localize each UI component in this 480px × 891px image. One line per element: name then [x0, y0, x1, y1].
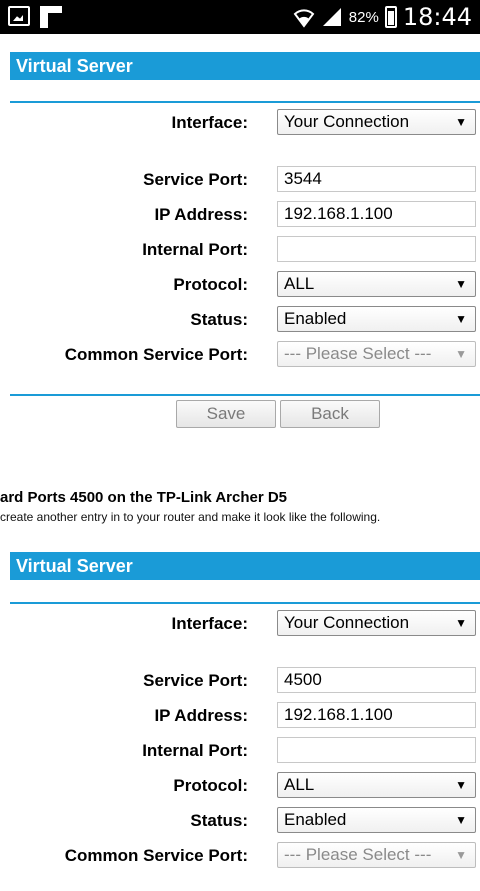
- protocol-row: Protocol: ALL ▼: [0, 772, 480, 800]
- ip-address-input[interactable]: 192.168.1.100: [277, 201, 476, 227]
- ip-address-row: IP Address: 192.168.1.100: [0, 201, 480, 229]
- status-row: Status: Enabled ▼: [0, 807, 480, 835]
- dropdown-arrow-icon: ▼: [455, 813, 467, 827]
- status-row: Status: Enabled ▼: [0, 306, 480, 334]
- internal-port-label: Internal Port:: [142, 240, 248, 259]
- common-service-port-select[interactable]: --- Please Select --- ▼: [277, 842, 476, 868]
- common-service-port-select[interactable]: --- Please Select --- ▼: [277, 341, 476, 367]
- service-port-input[interactable]: 4500: [277, 667, 476, 693]
- panel-header: Virtual Server: [10, 52, 480, 80]
- status-bar: 82% 18:44: [0, 0, 480, 34]
- signal-icon: [322, 8, 341, 26]
- ip-address-label: IP Address:: [154, 706, 248, 725]
- internal-port-row: Internal Port:: [0, 737, 480, 765]
- status-label: Status:: [190, 310, 248, 329]
- interface-select[interactable]: Your Connection ▼: [277, 109, 476, 135]
- status-value: Enabled: [284, 810, 347, 829]
- dropdown-arrow-icon: ▼: [455, 778, 467, 792]
- service-port-label: Service Port:: [143, 170, 248, 189]
- header-divider: [10, 602, 480, 604]
- service-port-input[interactable]: 3544: [277, 166, 476, 192]
- internal-port-label: Internal Port:: [142, 741, 248, 760]
- internal-port-input[interactable]: [277, 236, 476, 262]
- interface-row: Interface: Your Connection ▼: [0, 109, 480, 137]
- status-select[interactable]: Enabled ▼: [277, 807, 476, 833]
- dropdown-arrow-icon: ▼: [455, 277, 467, 291]
- dropdown-arrow-icon: ▼: [455, 848, 467, 862]
- protocol-select[interactable]: ALL ▼: [277, 772, 476, 798]
- interface-select[interactable]: Your Connection ▼: [277, 610, 476, 636]
- clock: 18:44: [402, 3, 472, 31]
- protocol-value: ALL: [284, 274, 315, 293]
- service-port-row: Service Port: 3544: [0, 166, 480, 194]
- back-button[interactable]: Back: [280, 400, 380, 428]
- header-divider: [10, 101, 480, 103]
- service-port-label: Service Port:: [143, 671, 248, 690]
- dropdown-arrow-icon: ▼: [455, 347, 467, 361]
- article-heading: ard Ports 4500 on the TP-Link Archer D5: [0, 489, 288, 506]
- protocol-label: Protocol:: [173, 275, 248, 294]
- ip-address-row: IP Address: 192.168.1.100: [0, 702, 480, 730]
- common-service-port-row: Common Service Port: --- Please Select -…: [0, 842, 480, 870]
- interface-row: Interface: Your Connection ▼: [0, 610, 480, 638]
- button-row: Save Back: [0, 400, 480, 428]
- save-button[interactable]: Save: [176, 400, 276, 428]
- notification-icons: [8, 6, 62, 28]
- common-service-port-label: Common Service Port:: [64, 846, 248, 865]
- protocol-label: Protocol:: [173, 776, 248, 795]
- common-service-port-row: Common Service Port: --- Please Select -…: [0, 341, 480, 369]
- interface-label: Interface:: [171, 113, 248, 132]
- dropdown-arrow-icon: ▼: [455, 115, 467, 129]
- battery-icon: [384, 6, 397, 28]
- wifi-icon: [293, 9, 315, 28]
- system-icons: 82% 18:44: [293, 3, 472, 31]
- flipboard-notification-icon: [40, 6, 62, 28]
- battery-percent: 82%: [348, 8, 379, 26]
- status-select[interactable]: Enabled ▼: [277, 306, 476, 332]
- protocol-row: Protocol: ALL ▼: [0, 271, 480, 299]
- dropdown-arrow-icon: ▼: [455, 312, 467, 326]
- protocol-select[interactable]: ALL ▼: [277, 271, 476, 297]
- interface-value: Your Connection: [284, 112, 410, 131]
- panel-header: Virtual Server: [10, 552, 480, 580]
- interface-label: Interface:: [171, 614, 248, 633]
- dropdown-arrow-icon: ▼: [455, 616, 467, 630]
- interface-value: Your Connection: [284, 613, 410, 632]
- gallery-notification-icon: [8, 6, 30, 26]
- internal-port-row: Internal Port:: [0, 236, 480, 264]
- ip-address-input[interactable]: 192.168.1.100: [277, 702, 476, 728]
- status-label: Status:: [190, 811, 248, 830]
- footer-divider: [10, 394, 480, 396]
- common-service-port-label: Common Service Port:: [64, 345, 248, 364]
- internal-port-input[interactable]: [277, 737, 476, 763]
- protocol-value: ALL: [284, 775, 315, 794]
- service-port-row: Service Port: 4500: [0, 667, 480, 695]
- status-value: Enabled: [284, 309, 347, 328]
- ip-address-label: IP Address:: [154, 205, 248, 224]
- common-service-port-value: --- Please Select ---: [284, 344, 432, 363]
- common-service-port-value: --- Please Select ---: [284, 845, 432, 864]
- article-paragraph: create another entry in to your router a…: [0, 510, 381, 524]
